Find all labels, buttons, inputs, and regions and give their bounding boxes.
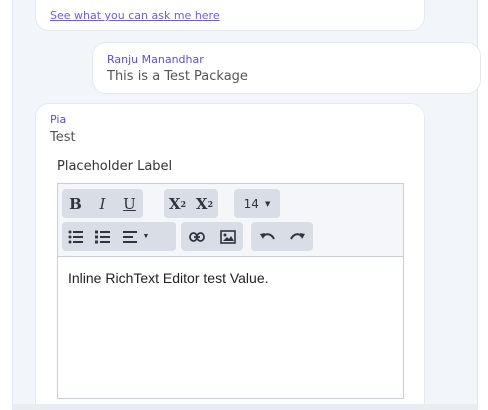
subscript-button[interactable]: X2 <box>191 189 218 218</box>
superscript-mark: 2 <box>180 198 187 209</box>
undo-button[interactable] <box>251 222 282 251</box>
subscript-mark: 2 <box>207 198 214 209</box>
superscript-base: X <box>168 194 181 213</box>
redo-icon <box>289 232 305 240</box>
bot-help-bubble: See what you can ask me here <box>35 0 425 31</box>
chat-area: See what you can ask me here Ranju Manan… <box>12 0 481 410</box>
image-icon <box>219 229 236 244</box>
underline-button[interactable]: U <box>116 189 143 218</box>
text-style-group: B I U <box>62 189 143 218</box>
subscript-base: X <box>195 194 208 213</box>
caret-down-icon: ▼ <box>264 199 271 208</box>
align-button[interactable]: ▼ <box>116 222 156 251</box>
align-icon <box>122 230 137 243</box>
insert-group <box>181 222 243 251</box>
editor-content-area[interactable]: Inline RichText Editor test Value. <box>58 258 403 398</box>
bot-message-text: Test <box>50 130 76 145</box>
font-size-select[interactable]: 14 ▼ <box>234 189 280 218</box>
script-group: X2 X2 <box>164 189 218 218</box>
bottom-divider <box>12 404 478 410</box>
undo-icon <box>259 232 275 240</box>
see-what-you-can-ask-link[interactable]: See what you can ask me here <box>50 9 220 22</box>
list-align-group: ▼ <box>62 222 176 251</box>
redo-button[interactable] <box>282 222 313 251</box>
link-button[interactable] <box>181 222 212 251</box>
bot-message-sender: Pia <box>50 113 67 126</box>
bot-message-bubble: Pia Test Placeholder Label B I U X2 X2 1… <box>35 103 425 410</box>
bullet-list-icon <box>68 230 83 243</box>
user-message-text: This is a Test Package <box>107 69 248 84</box>
bold-button[interactable]: B <box>62 189 89 218</box>
align-caret-icon: ▼ <box>142 233 150 240</box>
history-group <box>251 222 313 251</box>
superscript-button[interactable]: X2 <box>164 189 191 218</box>
user-message-bubble: Ranju Manandhar This is a Test Package <box>92 42 481 94</box>
numbered-list-icon <box>94 230 110 243</box>
font-size-group: 14 ▼ <box>234 189 280 218</box>
font-size-value: 14 <box>243 196 259 211</box>
editor-field-label: Placeholder Label <box>57 159 173 174</box>
bullet-list-button[interactable] <box>62 222 89 251</box>
image-button[interactable] <box>212 222 243 251</box>
editor-toolbar: B I U X2 X2 14 ▼ ▼ <box>58 184 403 257</box>
rich-text-editor: B I U X2 X2 14 ▼ ▼ Inline RichText Edito… <box>57 183 404 399</box>
link-icon <box>188 231 205 242</box>
user-message-sender: Ranju Manandhar <box>107 53 204 66</box>
italic-button[interactable]: I <box>89 189 116 218</box>
numbered-list-button[interactable] <box>89 222 116 251</box>
